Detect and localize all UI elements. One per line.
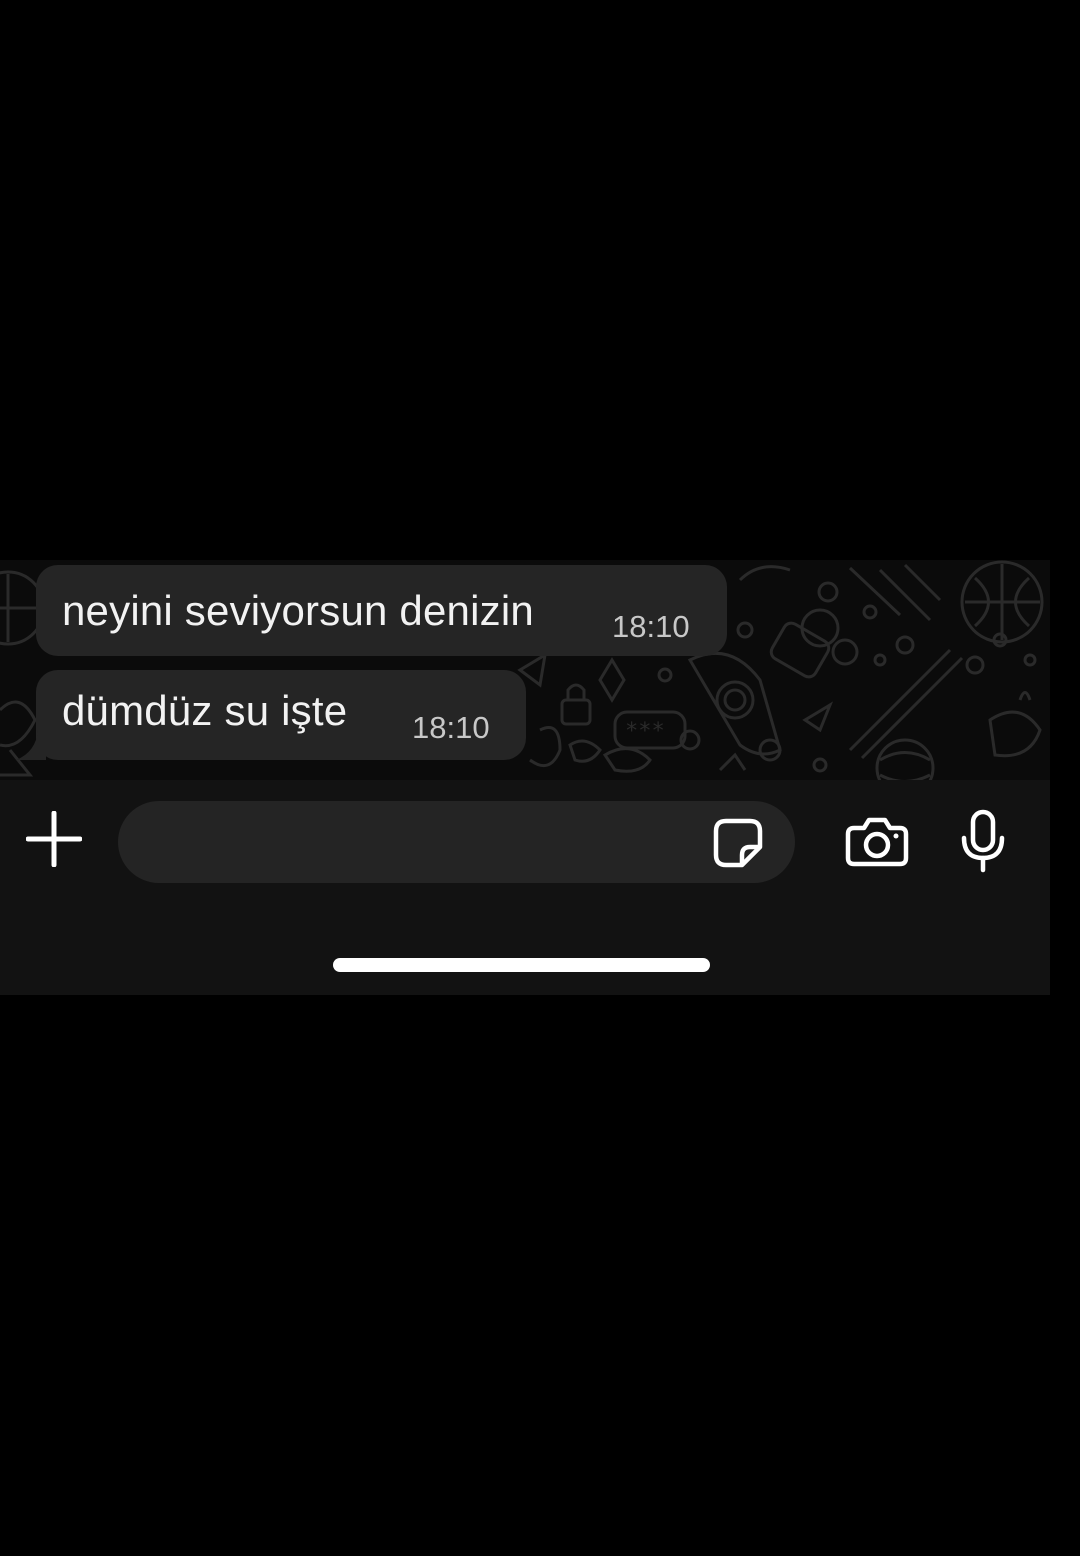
camera-button[interactable]: [843, 814, 911, 870]
bubble-tail: [16, 730, 46, 760]
home-indicator: [333, 958, 710, 972]
attach-button[interactable]: [23, 808, 85, 870]
chat-area[interactable]: *** neyini seviyorsun denizin 18:10 dümd…: [0, 560, 1050, 780]
message-time: 18:10: [412, 710, 490, 745]
screen: *** neyini seviyorsun denizin 18:10 dümd…: [0, 0, 1080, 1556]
message-time: 18:10: [612, 609, 690, 644]
composer-bar: [0, 780, 1050, 995]
voice-button[interactable]: [955, 806, 1011, 876]
sticker-button[interactable]: [710, 815, 766, 871]
plus-icon: [26, 811, 82, 867]
sticker-icon: [713, 818, 763, 868]
svg-text:***: ***: [625, 719, 665, 744]
message-input[interactable]: [118, 801, 795, 883]
microphone-icon: [961, 809, 1005, 873]
message-bubble[interactable]: neyini seviyorsun denizin 18:10: [36, 565, 727, 656]
chat-screenshot: *** neyini seviyorsun denizin 18:10 dümd…: [0, 560, 1050, 995]
message-bubble[interactable]: dümdüz su işte 18:10: [36, 670, 526, 760]
message-text: neyini seviyorsun denizin: [62, 587, 534, 634]
camera-icon: [845, 817, 909, 867]
message-text: dümdüz su işte: [62, 687, 348, 734]
